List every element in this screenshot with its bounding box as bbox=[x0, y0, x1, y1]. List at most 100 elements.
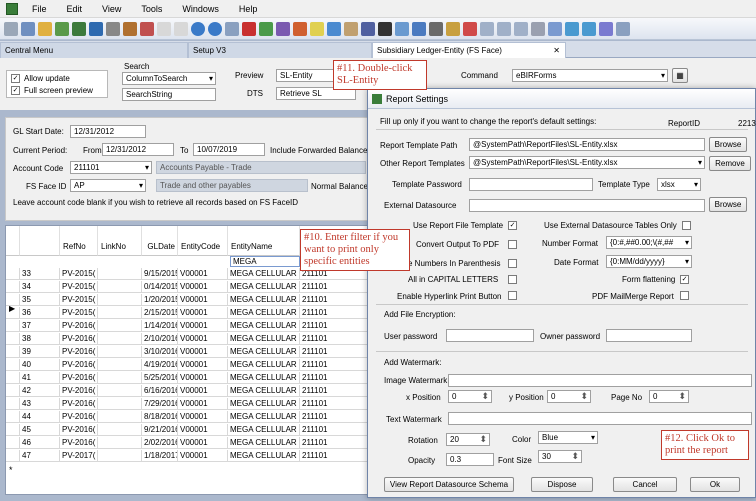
tab-setup[interactable]: Setup V3 bbox=[188, 42, 372, 58]
grid-header-entityname[interactable]: EntityName bbox=[228, 226, 300, 256]
date-format-select[interactable]: {0:MM/dd/yyyy} bbox=[606, 255, 692, 268]
command-go-button[interactable]: ▦ bbox=[672, 68, 688, 83]
entity-name-filter-input[interactable]: MEGA bbox=[230, 256, 300, 267]
up-icon[interactable] bbox=[55, 21, 69, 36]
from-date-input[interactable]: 12/31/2012 bbox=[102, 143, 174, 156]
grid-header-linkno[interactable]: LinkNo bbox=[98, 226, 142, 256]
cancel-button[interactable]: Cancel bbox=[613, 477, 677, 492]
phone-icon[interactable] bbox=[361, 21, 375, 36]
undo-icon[interactable] bbox=[106, 21, 120, 36]
report-icon[interactable] bbox=[276, 21, 290, 36]
template-password-input[interactable] bbox=[469, 178, 593, 191]
hyperlink-print-checkbox[interactable] bbox=[508, 291, 517, 300]
to-date-input[interactable]: 10/07/2019 bbox=[193, 143, 265, 156]
pdf-mailmerge-checkbox[interactable] bbox=[680, 291, 689, 300]
table-row[interactable]: 47 PV-2017(1/18/2017 V00001 MEGA CELLULAR 21… bbox=[6, 450, 367, 462]
menu-file[interactable]: File bbox=[22, 4, 57, 14]
stop-icon[interactable] bbox=[140, 21, 154, 36]
zoom-in-icon[interactable] bbox=[497, 21, 511, 36]
rotation-spinner[interactable]: 20 bbox=[446, 433, 490, 446]
box-icon[interactable] bbox=[344, 21, 358, 36]
monitor-icon[interactable] bbox=[412, 21, 426, 36]
table-row[interactable]: 41 PV-2016(5/25/2016 V00001 MEGA CELLULAR 21… bbox=[6, 372, 367, 384]
color-select[interactable]: Blue bbox=[538, 431, 598, 444]
money-icon[interactable] bbox=[259, 21, 273, 36]
tab-subsidiary-ledger[interactable]: Subsidiary Ledger-Entity (FS Face) ✕ bbox=[372, 42, 566, 58]
external-datasource-input[interactable] bbox=[469, 199, 705, 212]
dispose-button[interactable]: Dispose bbox=[531, 477, 593, 492]
browse-datasource-button[interactable]: Browse bbox=[709, 197, 747, 212]
opacity-input[interactable]: 0.3 bbox=[446, 453, 494, 466]
lock-icon[interactable] bbox=[463, 21, 477, 36]
table-row[interactable]: 40 PV-2016(4/19/2016 V00001 MEGA CELLULAR 21… bbox=[6, 359, 367, 371]
filter-add-icon[interactable] bbox=[582, 21, 596, 36]
command-select[interactable]: eBIRForms bbox=[512, 69, 668, 82]
table-row[interactable]: 35 PV-2015(1/20/2015 V00001 MEGA CELLULAR 21… bbox=[6, 294, 367, 306]
grid-header-entitycode[interactable]: EntityCode bbox=[178, 226, 228, 256]
gl-start-date-input[interactable]: 12/31/2012 bbox=[70, 125, 146, 138]
template-type-select[interactable]: xlsx bbox=[657, 178, 701, 191]
table-row[interactable]: 36 PV-2015(2/15/2015 V00001 MEGA CELLULAR 21… bbox=[6, 307, 367, 319]
view-schema-button[interactable]: View Report Datasource Schema bbox=[384, 477, 514, 492]
remove-template-button[interactable]: Remove bbox=[709, 156, 751, 171]
table-row[interactable]: 44 PV-2016(8/18/2016 V00001 MEGA CELLULAR 21… bbox=[6, 411, 367, 423]
grid-header-gldate[interactable]: GLDate bbox=[142, 226, 178, 256]
table-row[interactable]: 45 PV-2016(9/21/2016 V00001 MEGA CELLULAR 21… bbox=[6, 424, 367, 436]
use-external-tables-checkbox[interactable] bbox=[682, 221, 691, 230]
browse-template-button[interactable]: Browse bbox=[709, 137, 747, 152]
table-row[interactable]: 38 PV-2016(2/10/2016 V00001 MEGA CELLULAR 21… bbox=[6, 333, 367, 345]
grid-header-refno[interactable]: RefNo bbox=[60, 226, 98, 256]
refresh-icon[interactable] bbox=[89, 21, 103, 36]
font-size-spinner[interactable]: 30 bbox=[538, 450, 582, 463]
account-code-select[interactable]: 211101 bbox=[70, 161, 152, 174]
save-icon[interactable] bbox=[21, 21, 35, 36]
menu-view[interactable]: View bbox=[92, 4, 131, 14]
all-caps-checkbox[interactable] bbox=[508, 275, 517, 284]
search-column-select[interactable]: ColumnToSearch bbox=[122, 72, 216, 85]
number-format-select[interactable]: {0:#,##0.00;\(#,## bbox=[606, 236, 692, 249]
use-report-file-checkbox[interactable]: ✓ bbox=[508, 221, 517, 230]
calendar-icon[interactable] bbox=[327, 21, 341, 36]
menu-windows[interactable]: Windows bbox=[172, 4, 229, 14]
table-icon[interactable] bbox=[174, 21, 188, 36]
menu-help[interactable]: Help bbox=[229, 4, 268, 14]
search-string-input[interactable]: SearchString bbox=[122, 88, 216, 101]
image-watermark-input[interactable] bbox=[448, 374, 752, 387]
menu-tools[interactable]: Tools bbox=[131, 4, 172, 14]
key-icon[interactable] bbox=[446, 21, 460, 36]
y-position-spinner[interactable]: 0 bbox=[547, 390, 591, 403]
full-screen-checkbox[interactable]: ✓ bbox=[11, 86, 20, 95]
lines-icon[interactable] bbox=[531, 21, 545, 36]
zoom-out-icon[interactable] bbox=[514, 21, 528, 36]
menu-edit[interactable]: Edit bbox=[57, 4, 93, 14]
filter-clear-icon[interactable] bbox=[599, 21, 613, 36]
chart-icon[interactable] bbox=[293, 21, 307, 36]
close-icon[interactable]: ✕ bbox=[553, 46, 560, 55]
filter-icon[interactable] bbox=[565, 21, 579, 36]
table-row[interactable]: 42 PV-2016(6/16/2016 V00001 MEGA CELLULAR 21… bbox=[6, 385, 367, 397]
table-row[interactable]: 46 PV-2016(2/02/2016 V00001 MEGA CELLULAR 21… bbox=[6, 437, 367, 449]
run-icon[interactable] bbox=[72, 21, 86, 36]
layout-icon[interactable] bbox=[480, 21, 494, 36]
pen-icon[interactable] bbox=[429, 21, 443, 36]
template-path-input[interactable]: @SystemPath\ReportFiles\SL-Entity.xlsx bbox=[469, 138, 705, 151]
help-icon[interactable] bbox=[191, 21, 205, 36]
tools-icon[interactable] bbox=[123, 21, 137, 36]
cm-icon[interactable] bbox=[242, 21, 256, 36]
neg-parenthesis-checkbox[interactable] bbox=[508, 259, 517, 268]
form-flattening-checkbox[interactable]: ✓ bbox=[680, 275, 689, 284]
grid-icon[interactable] bbox=[157, 21, 171, 36]
note-icon[interactable] bbox=[310, 21, 324, 36]
table-row[interactable]: 34 PV-2015(0/14/2015 V00001 MEGA CELLULAR 21… bbox=[6, 281, 367, 293]
table-row[interactable]: 37 PV-2016(1/14/2016 V00001 MEGA CELLULAR 21… bbox=[6, 320, 367, 332]
x-position-spinner[interactable]: 0 bbox=[448, 390, 492, 403]
print-icon[interactable] bbox=[4, 21, 18, 36]
info-icon[interactable] bbox=[208, 21, 222, 36]
page-no-spinner[interactable]: 0 bbox=[649, 390, 689, 403]
other-templates-select[interactable]: @SystemPath\ReportFiles\SL-Entity.xlsx bbox=[469, 156, 705, 169]
table-row[interactable]: 39 PV-2016(3/10/2016 V00001 MEGA CELLULAR 21… bbox=[6, 346, 367, 358]
user-password-input[interactable] bbox=[446, 329, 534, 342]
convert-pdf-checkbox[interactable] bbox=[508, 240, 517, 249]
text-watermark-input[interactable] bbox=[448, 412, 752, 425]
allow-update-checkbox[interactable]: ✓ bbox=[11, 74, 20, 83]
